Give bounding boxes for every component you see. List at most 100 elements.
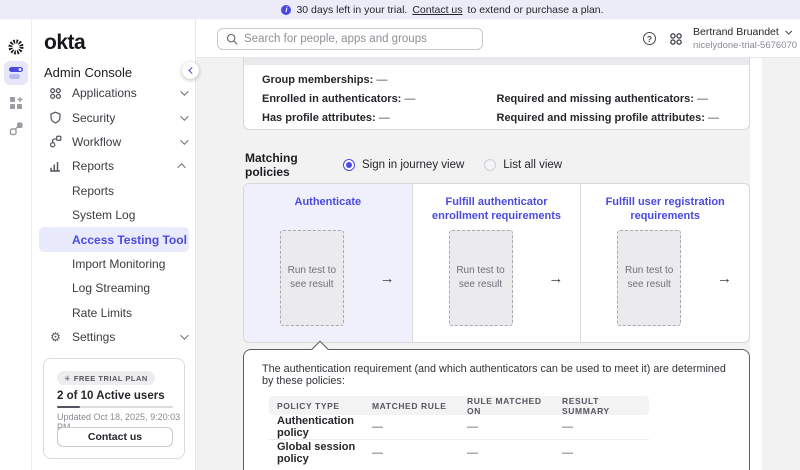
sidebar-collapse-button[interactable] xyxy=(182,62,199,79)
nav-sub-label: Log Streaming xyxy=(72,281,151,296)
arrow-right-icon: → xyxy=(548,269,564,287)
enrolled-authenticators-field: Enrolled in authenticators: — xyxy=(262,92,416,105)
integrations-rail-icon[interactable] xyxy=(4,116,28,140)
sidebar-item-reports-reports[interactable]: Reports xyxy=(32,179,196,203)
nav-label: Settings xyxy=(72,330,116,345)
step-title: Fulfill user registration requirements xyxy=(605,196,725,222)
global-search[interactable] xyxy=(217,28,483,50)
user-menu[interactable]: Bertrand Bruandet nicelydone-trial-56760… xyxy=(693,26,797,51)
step-card-user-registration[interactable]: Fulfill user registration requirements R… xyxy=(581,184,749,342)
has-profile-attributes-field: Has profile attributes: — xyxy=(262,111,390,124)
run-test-placeholder: Run test to see result xyxy=(279,230,344,326)
banner-text-rest: to extend or purchase a plan. xyxy=(467,3,604,16)
sidebar-item-system-log[interactable]: System Log xyxy=(32,203,196,227)
required-missing-profile-attributes-field: Required and missing profile attributes:… xyxy=(496,111,719,124)
admin-console-title: Admin Console xyxy=(44,65,133,80)
chevron-down-icon xyxy=(180,87,189,97)
active-users-count: 2 of 10 Active users xyxy=(57,390,165,402)
column-header: RESULT SUMMARY xyxy=(562,395,610,416)
free-trial-badge-label: FREE TRIAL PLAN xyxy=(73,373,148,383)
nav-label: Security xyxy=(72,110,116,125)
okta-aura-icon[interactable] xyxy=(4,35,28,59)
summary-card-header-strip xyxy=(244,58,749,65)
shield-icon xyxy=(48,110,63,125)
users-progress-fill xyxy=(57,406,81,408)
user-name: Bertrand Bruandet xyxy=(693,26,779,38)
sidebar-item-log-streaming[interactable]: Log Streaming xyxy=(32,276,196,300)
column-header: MATCHED RULE xyxy=(372,400,447,411)
admin-console-rail-icon[interactable] xyxy=(4,61,28,85)
radio-unselected-icon xyxy=(484,159,497,171)
sidebar-item-rate-limits[interactable]: Rate Limits xyxy=(32,301,196,325)
nav-label: Reports xyxy=(72,159,115,174)
banner-contact-link[interactable]: Contact us xyxy=(412,4,462,16)
group-memberships-field: Group memberships: — xyxy=(262,73,388,86)
sidebar-item-workflow[interactable]: Workflow xyxy=(32,130,196,154)
nav-sub-label: Import Monitoring xyxy=(72,256,166,271)
bar-chart-icon xyxy=(48,159,63,174)
sidebar-item-applications[interactable]: Applications xyxy=(32,81,196,105)
main-content: Group memberships: — Enrolled in authent… xyxy=(196,58,800,470)
trial-plan-card: ✳ FREE TRIAL PLAN 2 of 10 Active users U… xyxy=(43,358,185,459)
org-name: nicelydone-trial-5676070 xyxy=(693,40,798,51)
chevron-down-icon xyxy=(785,27,792,34)
sidebar-item-import-monitoring[interactable]: Import Monitoring xyxy=(32,252,196,276)
table-row: Global session policy — — — xyxy=(277,440,573,465)
radio-sign-in-journey-view[interactable]: Sign in journey view xyxy=(343,159,464,171)
column-header: POLICY TYPE xyxy=(277,400,340,411)
step-card-authenticator-enrollment[interactable]: Fulfill authenticator enrollment require… xyxy=(413,184,582,342)
search-input[interactable] xyxy=(244,33,474,45)
okta-wordmark: okta xyxy=(44,31,86,54)
step-title: Fulfill authenticator enrollment require… xyxy=(432,196,561,222)
chevron-down-icon xyxy=(180,111,189,121)
apps-grid-icon xyxy=(48,86,63,101)
chevron-down-icon xyxy=(180,136,189,145)
chevron-left-icon xyxy=(188,66,196,75)
nav-label: Applications xyxy=(72,86,137,101)
required-missing-authenticators-field: Required and missing authenticators: — xyxy=(496,92,708,105)
run-test-placeholder: Run test to see result xyxy=(448,230,513,326)
arrow-right-icon: → xyxy=(379,269,395,287)
sidebar-nav: Applications Security Workflow Reports R… xyxy=(32,81,196,349)
help-icon[interactable]: ? xyxy=(643,32,656,45)
sparkle-icon: ✳ xyxy=(64,373,71,383)
run-test-placeholder: Run test to see result xyxy=(617,230,682,326)
trial-banner: i 30 days left in your trial. Contact us… xyxy=(0,0,800,19)
nav-label: Workflow xyxy=(72,134,122,149)
user-summary-card: Group memberships: — Enrolled in authent… xyxy=(243,58,750,130)
contact-us-button[interactable]: Contact us xyxy=(57,427,173,447)
icon-rail xyxy=(0,19,32,470)
policies-table-header: POLICY TYPE MATCHED RULE RULE MATCHED ON… xyxy=(269,395,649,416)
scrollbar-track[interactable] xyxy=(750,58,762,470)
radio-label: List all view xyxy=(503,159,563,171)
free-trial-badge: ✳ FREE TRIAL PLAN xyxy=(57,371,155,385)
table-row: Authentication policy — — — xyxy=(269,415,649,440)
users-progress-bar xyxy=(57,406,173,408)
radio-label: Sign in journey view xyxy=(362,159,465,171)
banner-text-lead: 30 days left in your trial. xyxy=(296,3,408,16)
matching-policies-label: Matching policies xyxy=(245,151,298,179)
sidebar-item-access-testing-tool[interactable]: Access Testing Tool xyxy=(39,227,189,252)
sidebar-item-reports[interactable]: Reports xyxy=(32,154,196,178)
chevron-down-icon xyxy=(180,331,189,340)
step-card-authenticate[interactable]: Authenticate Run test to see result → xyxy=(244,184,413,342)
column-header: RULE MATCHED ON xyxy=(467,395,542,416)
radio-selected-icon xyxy=(343,159,355,171)
top-bar: ? Bertrand Bruandet nicelydone-trial-567… xyxy=(196,19,800,58)
app-switcher-icon[interactable] xyxy=(669,32,683,46)
radio-list-all-view[interactable]: List all view xyxy=(484,159,562,171)
journey-steps-row: Authenticate Run test to see result → Ful… xyxy=(243,183,750,343)
sidebar: okta Admin Console Applications Security xyxy=(32,19,196,470)
step-title: Authenticate xyxy=(294,196,362,208)
search-icon xyxy=(226,33,238,45)
workflow-icon xyxy=(48,134,63,149)
view-toggle: Sign in journey view List all view xyxy=(343,159,562,171)
nav-sub-label: System Log xyxy=(72,208,136,223)
add-apps-rail-icon[interactable] xyxy=(4,91,28,115)
sidebar-item-security[interactable]: Security xyxy=(32,105,196,129)
arrow-right-icon: → xyxy=(717,269,733,287)
gear-icon: ⚙ xyxy=(50,330,61,345)
nav-sub-label: Rate Limits xyxy=(72,305,133,320)
sidebar-item-settings[interactable]: ⚙ Settings xyxy=(32,325,196,349)
policies-detail-panel: The authentication requirement (and whic… xyxy=(243,349,750,470)
